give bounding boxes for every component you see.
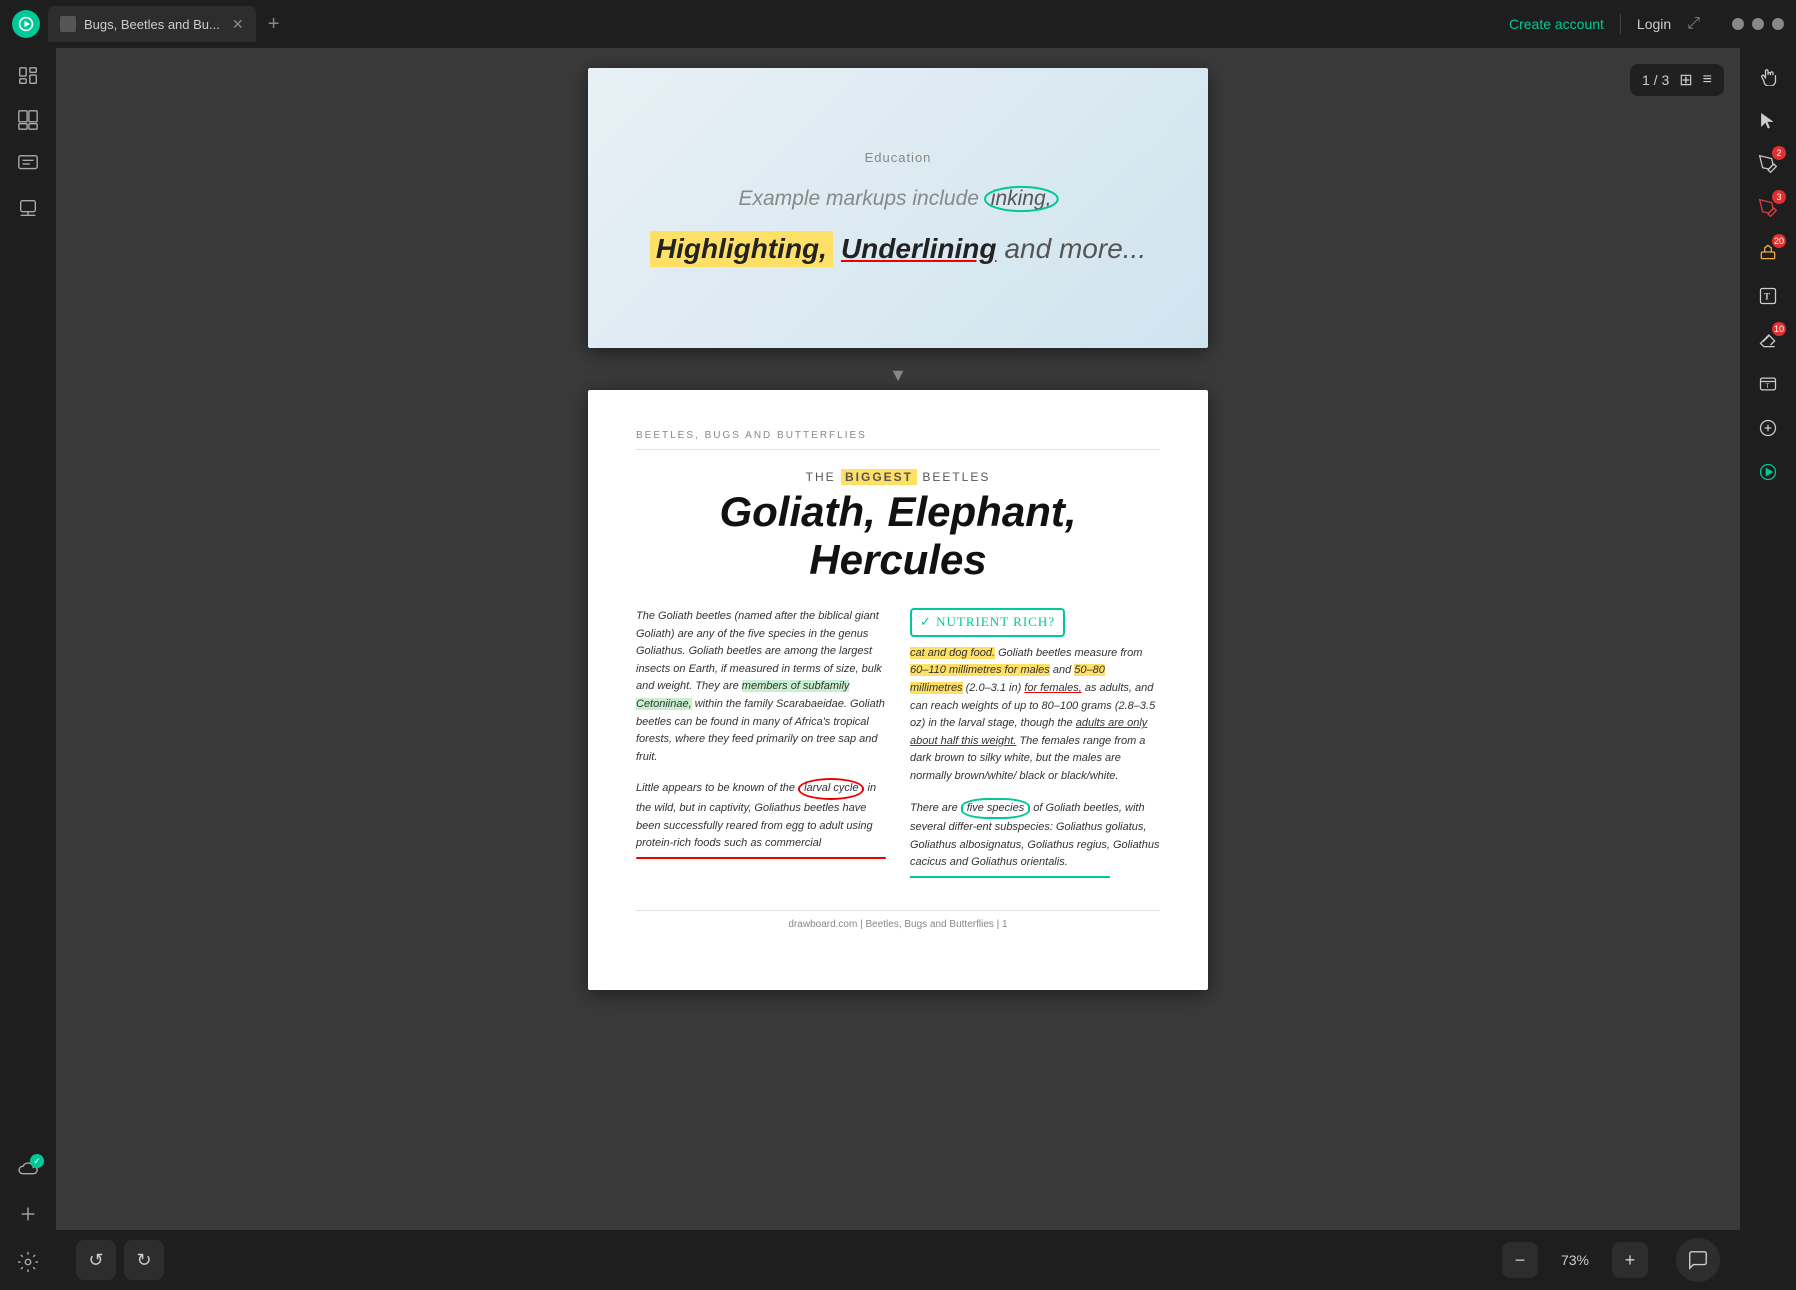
right-toolbar: 2 3 20 T 10 T [1740, 48, 1796, 1290]
page1-more-text: and more... [1004, 233, 1146, 265]
expand-icon[interactable]: ⤢ [1687, 15, 1700, 33]
redo-button[interactable]: ↻ [124, 1240, 164, 1280]
undo-redo-controls: ↺ ↻ [76, 1240, 164, 1280]
rt-marker-tool[interactable]: 3 [1748, 188, 1788, 228]
window-controls [1732, 18, 1784, 30]
close-button[interactable] [1772, 18, 1784, 30]
page-counter: 1 / 3 ⊞ ≡ [1630, 64, 1724, 96]
ink-badge: 2 [1772, 146, 1786, 160]
tab-close-icon[interactable]: ✕ [232, 16, 244, 33]
eraser-badge: 10 [1772, 322, 1786, 336]
biggest-highlight: BIGGEST [841, 469, 917, 485]
cloud-badge: ✓ [30, 1154, 44, 1168]
left-sidebar: ✓ [0, 48, 56, 1290]
login-button[interactable]: Login [1637, 16, 1671, 32]
list-view-icon[interactable]: ≡ [1703, 71, 1712, 89]
underline-half-weight: adults are only about half this weight. [910, 717, 1147, 747]
rt-hand-tool[interactable] [1748, 56, 1788, 96]
sidebar-item-thumbnails[interactable] [8, 100, 48, 140]
create-account-link[interactable]: Create account [1509, 16, 1604, 32]
rt-textbox-tool[interactable]: T [1748, 364, 1788, 404]
divider [1620, 14, 1621, 34]
zoom-controls: − 73% + [1502, 1238, 1720, 1282]
zoom-in-button[interactable]: + [1612, 1242, 1648, 1278]
article-col-left: The Goliath beetles (named after the bib… [636, 608, 886, 890]
highlight-male-size: 60–110 millimetres for males [910, 664, 1050, 676]
zoom-out-button[interactable]: − [1502, 1242, 1538, 1278]
article-col-right: ✓ NUTRIENT RICH? cat and dog food. Golia… [910, 608, 1160, 890]
rt-eraser-tool[interactable]: 10 [1748, 320, 1788, 360]
tab-label: Bugs, Beetles and Bu... [84, 17, 220, 32]
rt-select-tool[interactable] [1748, 100, 1788, 140]
page-gap: ▼ [588, 360, 1208, 390]
page1-category: Education [865, 150, 932, 165]
article-section: BEETLES, BUGS AND BUTTERFLIES [636, 430, 1160, 450]
article-title: Goliath, Elephant, Hercules [636, 488, 1160, 584]
sidebar-item-add[interactable] [8, 1194, 48, 1234]
minimize-button[interactable] [1732, 18, 1744, 30]
pdf-viewer: 1 / 3 ⊞ ≡ Education Example markups incl… [56, 48, 1740, 1290]
sidebar-item-library[interactable] [8, 56, 48, 96]
chat-button[interactable] [1676, 1238, 1720, 1282]
page1-highlight-text: Highlighting, [650, 231, 833, 267]
page1-line2: Highlighting, Underlining and more... [650, 231, 1146, 267]
col1-para2: Little appears to be known of the larval… [636, 778, 886, 858]
app-logo [12, 10, 40, 38]
tab-file-icon [60, 16, 76, 32]
pdf-page-1: Education Example markups include inking… [588, 68, 1208, 348]
rt-drawboard-logo[interactable] [1748, 452, 1788, 492]
col2-para1: cat and dog food. Goliath beetles measur… [910, 645, 1160, 786]
underline-females: for females, [1024, 682, 1081, 694]
marker-badge: 3 [1772, 190, 1786, 204]
undo-icon: ↺ [88, 1250, 103, 1271]
nutrient-label: ✓ NUTRIENT RICH? [910, 608, 1065, 637]
rt-ink-tool[interactable]: 2 [1748, 144, 1788, 184]
col2-para2: There are five species of Goliath beetle… [910, 798, 1160, 878]
pdf-page-2: BEETLES, BUGS AND BUTTERFLIES THE BIGGES… [588, 390, 1208, 990]
new-tab-button[interactable]: + [260, 10, 288, 38]
highlight-cat-food: cat and dog food. [910, 647, 995, 659]
redo-icon: ↻ [136, 1250, 151, 1271]
col1-para1: The Goliath beetles (named after the bib… [636, 608, 886, 766]
article-columns: The Goliath beetles (named after the bib… [636, 608, 1160, 890]
page1-underline-text: Underlining [841, 233, 997, 265]
main-area: ✓ 1 / 3 ⊞ ≡ Education Example markups in… [0, 48, 1796, 1290]
svg-text:T: T [1766, 383, 1770, 390]
pdf-scroll-area[interactable]: 1 / 3 ⊞ ≡ Education Example markups incl… [56, 48, 1740, 1230]
circle-five-species: five species [961, 798, 1030, 820]
page1-subtitle: Example markups include inking, [739, 185, 1058, 213]
grid-view-icon[interactable]: ⊞ [1679, 70, 1692, 90]
tab-area: Bugs, Beetles and Bu... ✕ + [48, 6, 1501, 42]
topbar-right: Create account Login ⤢ [1509, 14, 1784, 34]
undo-button[interactable]: ↺ [76, 1240, 116, 1280]
circle-larval: larval cycle [798, 778, 864, 800]
rt-highlighter-tool[interactable]: 20 [1748, 232, 1788, 272]
svg-text:T: T [1764, 291, 1770, 301]
rt-add-tool[interactable] [1748, 408, 1788, 448]
maximize-button[interactable] [1752, 18, 1764, 30]
rt-text-tool[interactable]: T [1748, 276, 1788, 316]
page-gap-arrow: ▼ [889, 365, 907, 386]
article-subtitle: THE BIGGEST BEETLES [636, 470, 1160, 484]
sidebar-item-stamps[interactable] [8, 188, 48, 228]
highlighter-badge: 20 [1772, 234, 1786, 248]
zoom-level-display: 73% [1550, 1252, 1600, 1268]
sidebar-item-settings[interactable] [8, 1242, 48, 1282]
article-footer: drawboard.com | Beetles, Bugs and Butter… [636, 910, 1160, 930]
active-tab[interactable]: Bugs, Beetles and Bu... ✕ [48, 6, 256, 42]
topbar: Bugs, Beetles and Bu... ✕ + Create accou… [0, 0, 1796, 48]
bottombar: ↺ ↻ − 73% + [56, 1230, 1740, 1290]
highlight-subfamily: members of subfamily Cetoniinae, [636, 680, 849, 710]
sidebar-item-cloud[interactable]: ✓ [8, 1150, 48, 1190]
sidebar-item-comments[interactable] [8, 144, 48, 184]
page-counter-text: 1 / 3 [1642, 72, 1669, 88]
